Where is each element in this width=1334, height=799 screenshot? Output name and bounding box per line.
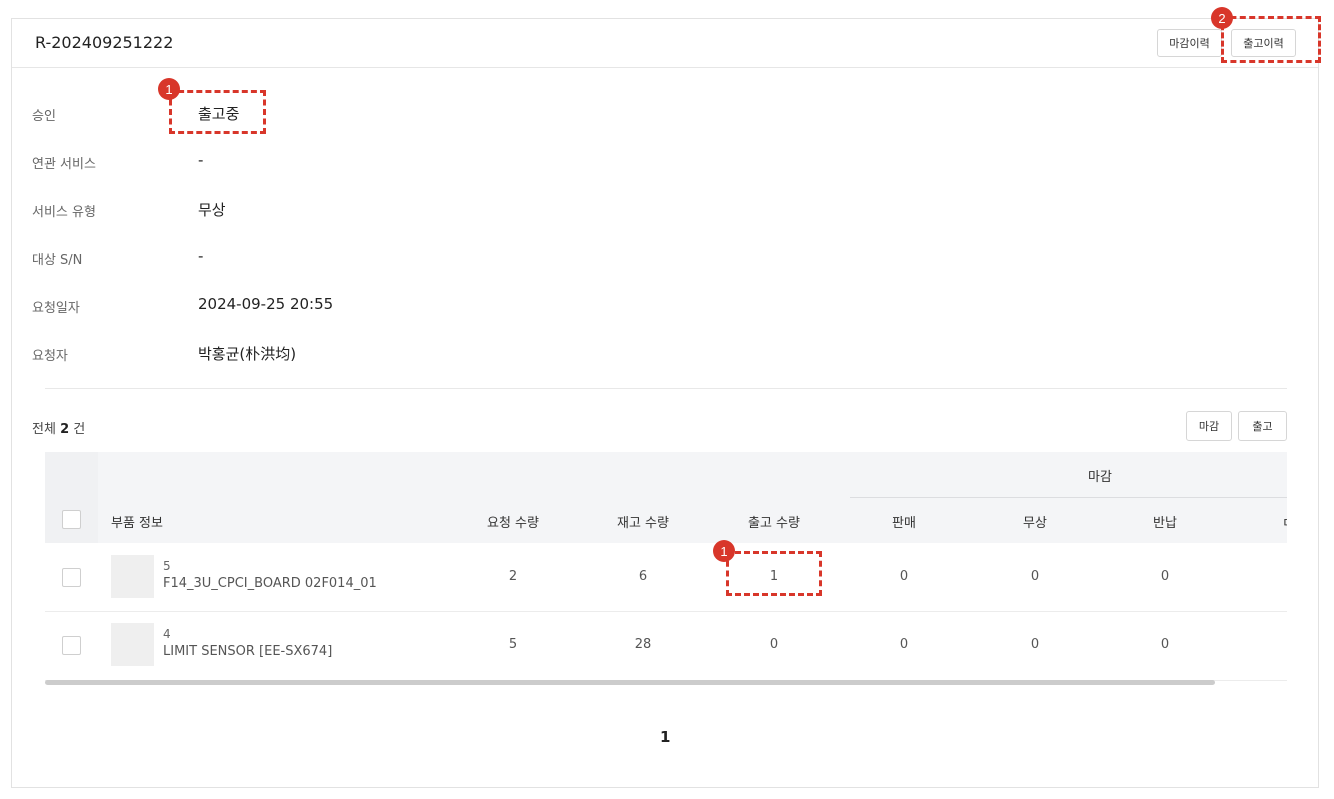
close-history-button[interactable]: 마감이력 — [1157, 29, 1222, 57]
target-sn-value: - — [198, 247, 204, 265]
row-checkbox[interactable] — [62, 636, 81, 655]
annotation-highlight-release-history — [1221, 16, 1321, 63]
total-prefix: 전체 — [32, 422, 56, 437]
annotation-highlight-approval — [169, 90, 266, 134]
header-request-qty: 요청 수량 — [487, 516, 539, 531]
parts-table: 부품 정보 요청 수량 재고 수량 출고 수량 마감 판매 무상 반납 ㅁ 5 … — [45, 452, 1287, 686]
request-date-value: 2024-09-25 20:55 — [198, 295, 334, 313]
free-cell: 0 — [1030, 569, 1040, 584]
annotation-marker-1b: 1 — [713, 540, 735, 562]
stock-qty-cell: 28 — [634, 637, 652, 652]
header-release-qty: 출고 수량 — [748, 516, 800, 531]
table-header: 부품 정보 요청 수량 재고 수량 출고 수량 마감 판매 무상 반납 ㅁ — [45, 452, 1287, 543]
total-count: 전체 2 건 — [32, 418, 85, 437]
request-qty-cell: 5 — [508, 637, 518, 652]
part-name: F14_3U_CPCI_BOARD 02F014_01 — [163, 576, 377, 591]
requester-label: 요청자 — [32, 349, 68, 364]
request-number-title: R-202409251222 — [35, 33, 174, 52]
part-number: 4 — [163, 627, 171, 641]
part-thumbnail — [111, 623, 154, 666]
stock-qty-cell: 6 — [638, 569, 648, 584]
part-name: LIMIT SENSOR [EE-SX674] — [163, 644, 333, 659]
release-button[interactable]: 출고 — [1238, 411, 1287, 441]
total-count-number: 2 — [60, 422, 70, 437]
sale-cell: 0 — [899, 637, 909, 652]
table-row[interactable]: 4 LIMIT SENSOR [EE-SX674] 5 28 0 0 0 0 — [45, 612, 1287, 681]
annotation-marker-1: 1 — [158, 78, 180, 100]
header-group-divider — [850, 497, 1287, 498]
header-return: 반납 — [1153, 516, 1177, 531]
header-truncated: ㅁ — [1282, 512, 1287, 531]
annotation-marker-2: 2 — [1211, 7, 1233, 29]
return-cell: 0 — [1160, 569, 1170, 584]
related-service-value: - — [198, 151, 204, 169]
target-sn-label: 대상 S/N — [32, 253, 83, 268]
approval-label: 승인 — [32, 109, 56, 124]
service-type-label: 서비스 유형 — [32, 205, 96, 220]
related-service-label: 연관 서비스 — [32, 157, 96, 172]
horizontal-scrollbar[interactable] — [45, 680, 1215, 685]
service-type-value: 무상 — [198, 201, 226, 219]
header-part-info: 부품 정보 — [111, 516, 163, 531]
detail-header: R-202409251222 마감이력 출고이력 — [12, 19, 1318, 68]
header-checkbox-cell — [45, 452, 98, 543]
release-qty-cell: 0 — [769, 637, 779, 652]
part-thumbnail — [111, 555, 154, 598]
annotation-highlight-release-qty — [726, 551, 822, 596]
select-all-checkbox[interactable] — [62, 510, 81, 529]
section-divider — [45, 388, 1287, 389]
close-button[interactable]: 마감 — [1186, 411, 1232, 441]
return-cell: 0 — [1160, 637, 1170, 652]
part-number: 5 — [163, 559, 171, 573]
request-date-label: 요청일자 — [32, 301, 80, 316]
header-free: 무상 — [1023, 516, 1047, 531]
requester-value: 박홍균(朴洪均) — [198, 345, 297, 363]
row-checkbox[interactable] — [62, 568, 81, 587]
total-suffix: 건 — [73, 422, 86, 437]
header-group-close: 마감 — [1088, 470, 1112, 485]
pagination-current-page[interactable]: 1 — [660, 728, 670, 746]
table-row[interactable]: 5 F14_3U_CPCI_BOARD 02F014_01 2 6 1 0 0 … — [45, 543, 1287, 612]
sale-cell: 0 — [899, 569, 909, 584]
header-sale: 판매 — [892, 516, 916, 531]
free-cell: 0 — [1030, 637, 1040, 652]
request-qty-cell: 2 — [508, 569, 518, 584]
header-stock-qty: 재고 수량 — [617, 516, 669, 531]
